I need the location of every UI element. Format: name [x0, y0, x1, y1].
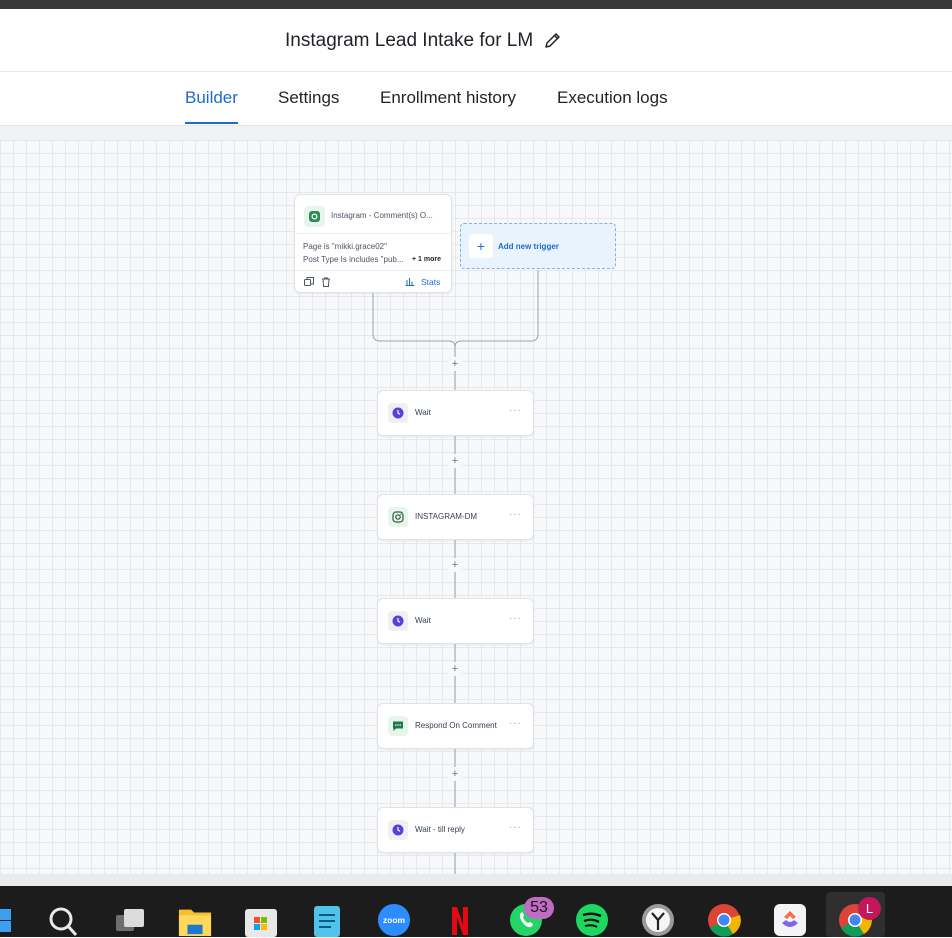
clickup-icon[interactable] [773, 903, 807, 937]
clock-icon [388, 820, 408, 840]
zoom-icon[interactable]: zoom [377, 903, 411, 937]
more-options-icon[interactable]: ··· [509, 822, 522, 833]
netflix-icon[interactable] [443, 903, 477, 937]
svg-text:zoom: zoom [383, 915, 406, 925]
step-label: Respond On Comment [415, 721, 497, 730]
tab-enrollment-history[interactable]: Enrollment history [380, 88, 516, 108]
step-label: Wait - till reply [415, 825, 465, 834]
active-tab-indicator [185, 122, 238, 124]
trigger-condition-2: Post Type Is includes "pub... [303, 255, 404, 264]
clock-icon [388, 611, 408, 631]
spotify-icon[interactable] [575, 903, 609, 937]
clock-icon [388, 403, 408, 423]
more-options-icon[interactable]: ··· [509, 613, 522, 624]
workflow-step-wait-1[interactable]: Wait ··· [377, 390, 534, 436]
clock-app-icon[interactable] [641, 903, 675, 937]
copy-icon[interactable] [304, 277, 314, 287]
step-label: INSTAGRAM-DM [415, 512, 478, 521]
divider [295, 233, 451, 234]
divider [295, 270, 451, 271]
more-options-icon[interactable]: ··· [509, 718, 522, 729]
add-step-plus-2[interactable]: + [448, 454, 462, 468]
trash-icon[interactable] [321, 277, 331, 287]
instagram-icon [388, 507, 408, 527]
whatsapp-notification-badge: 53 [524, 897, 554, 919]
canvas-bottom-border [0, 874, 952, 886]
plus-icon: + [469, 234, 493, 258]
task-view-icon[interactable] [112, 903, 146, 937]
add-new-trigger-button[interactable]: + Add new trigger [460, 223, 616, 269]
chat-icon [388, 716, 408, 736]
add-new-trigger-label: Add new trigger [498, 242, 559, 251]
stats-bar-icon [405, 278, 415, 286]
add-step-plus-5[interactable]: + [448, 767, 462, 781]
workflow-step-wait-2[interactable]: Wait ··· [377, 598, 534, 644]
tab-builder[interactable]: Builder [185, 88, 238, 108]
add-step-plus-3[interactable]: + [448, 558, 462, 572]
workflow-step-instagram-dm[interactable]: INSTAGRAM-DM ··· [377, 494, 534, 540]
tab-settings[interactable]: Settings [278, 88, 339, 108]
workflow-step-respond-on-comment[interactable]: Respond On Comment ··· [377, 703, 534, 749]
add-step-plus-4[interactable]: + [448, 662, 462, 676]
stats-link[interactable]: Stats [421, 277, 440, 287]
trigger-card[interactable]: Instagram - Comment(s) O... Page is "mik… [294, 194, 452, 293]
file-explorer-icon[interactable] [178, 903, 212, 937]
trigger-condition-1: Page is "mikki.grace02" [303, 242, 387, 251]
workflow-header: Instagram Lead Intake for LM [0, 9, 952, 72]
workflow-title: Instagram Lead Intake for LM [285, 30, 534, 51]
os-taskbar: zoom 53 L [0, 886, 952, 937]
microsoft-store-icon[interactable] [244, 903, 278, 937]
window-top-strip [0, 0, 952, 9]
notepad-icon[interactable] [310, 903, 344, 937]
windows-start-icon[interactable] [0, 903, 20, 937]
tab-execution-logs[interactable]: Execution logs [557, 88, 668, 108]
tab-bar: Builder Settings Enrollment history Exec… [0, 72, 952, 126]
step-label: Wait [415, 616, 431, 625]
canvas-toolbar-gap [0, 126, 952, 140]
step-label: Wait [415, 408, 431, 417]
trigger-more-link[interactable]: + 1 more [412, 256, 441, 263]
workflow-canvas[interactable]: + + + + + Instagram - Comment(s) O... Pa… [0, 140, 952, 874]
trigger-title: Instagram - Comment(s) O... [331, 211, 433, 220]
add-step-plus-1[interactable]: + [448, 357, 462, 371]
profile-avatar-badge: L [858, 897, 881, 920]
instagram-icon [304, 206, 325, 227]
chrome-icon[interactable] [707, 903, 741, 937]
more-options-icon[interactable]: ··· [509, 509, 522, 520]
more-options-icon[interactable]: ··· [509, 405, 522, 416]
search-icon[interactable] [46, 903, 80, 937]
workflow-step-wait-till-reply[interactable]: Wait - till reply ··· [377, 807, 534, 853]
pencil-edit-icon[interactable] [543, 30, 563, 50]
